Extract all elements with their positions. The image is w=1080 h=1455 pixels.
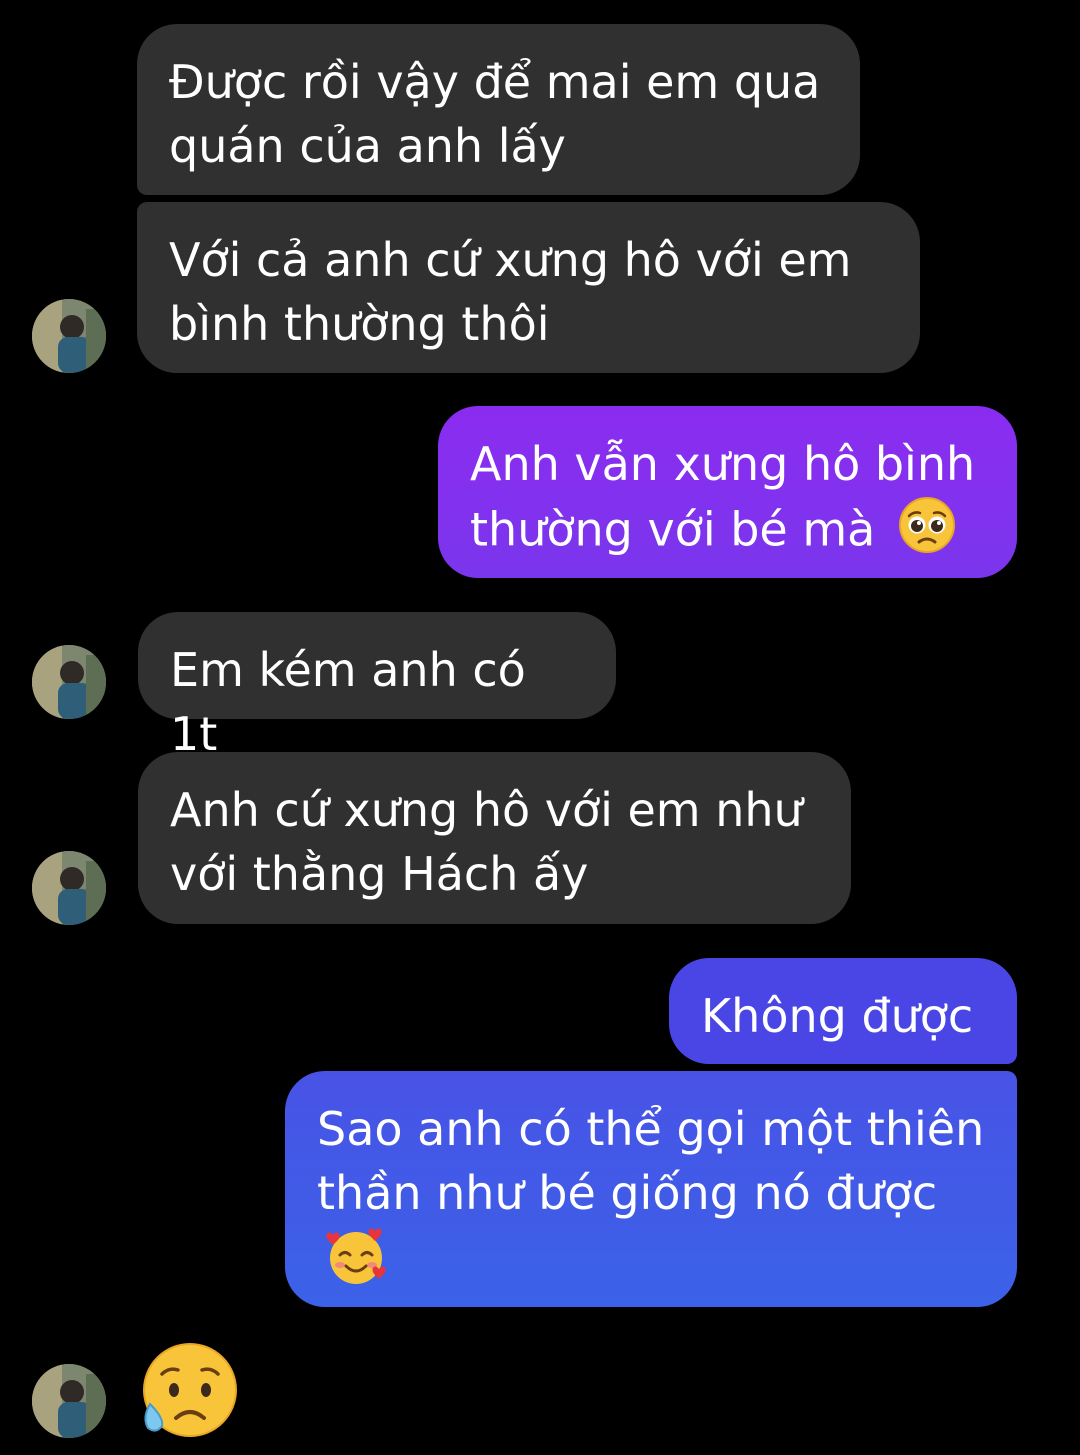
- pleading-face-icon: [898, 496, 956, 570]
- message-bubble-incoming[interactable]: Anh cứ xưng hô với em như với thằng Hách…: [138, 752, 851, 924]
- message-text: Không được: [701, 989, 974, 1043]
- message-bubble-incoming[interactable]: Em kém anh có 1t: [138, 612, 616, 761]
- message-bubble-outgoing[interactable]: Không được: [669, 958, 1017, 1064]
- message-text: Với cả anh cứ xưng hô với em bình thường…: [169, 233, 852, 351]
- message-bubble-incoming[interactable]: Với cả anh cứ xưng hô với em bình thường…: [137, 202, 920, 373]
- message-bubble-outgoing[interactable]: Anh vẫn xưng hô bình thường với bé mà: [438, 406, 1017, 578]
- contact-avatar[interactable]: [32, 1364, 106, 1438]
- message-text: Em kém anh có 1t: [170, 643, 526, 761]
- contact-avatar[interactable]: [32, 645, 106, 719]
- message-text: Được rồi vậy để mai em qua quán của anh …: [169, 55, 821, 173]
- sad-but-relieved-face-icon[interactable]: [138, 1340, 238, 1440]
- message-bubble-incoming[interactable]: Được rồi vậy để mai em qua quán của anh …: [137, 24, 860, 195]
- contact-avatar[interactable]: [32, 851, 106, 925]
- contact-avatar[interactable]: [32, 299, 106, 373]
- message-bubble-outgoing[interactable]: Sao anh có thể gọi một thiên thần như bé…: [285, 1071, 1017, 1307]
- message-text: Anh cứ xưng hô với em như với thằng Hách…: [170, 783, 803, 901]
- smiling-face-with-hearts-icon: [325, 1225, 387, 1303]
- message-text: Sao anh có thể gọi một thiên thần như bé…: [317, 1102, 985, 1220]
